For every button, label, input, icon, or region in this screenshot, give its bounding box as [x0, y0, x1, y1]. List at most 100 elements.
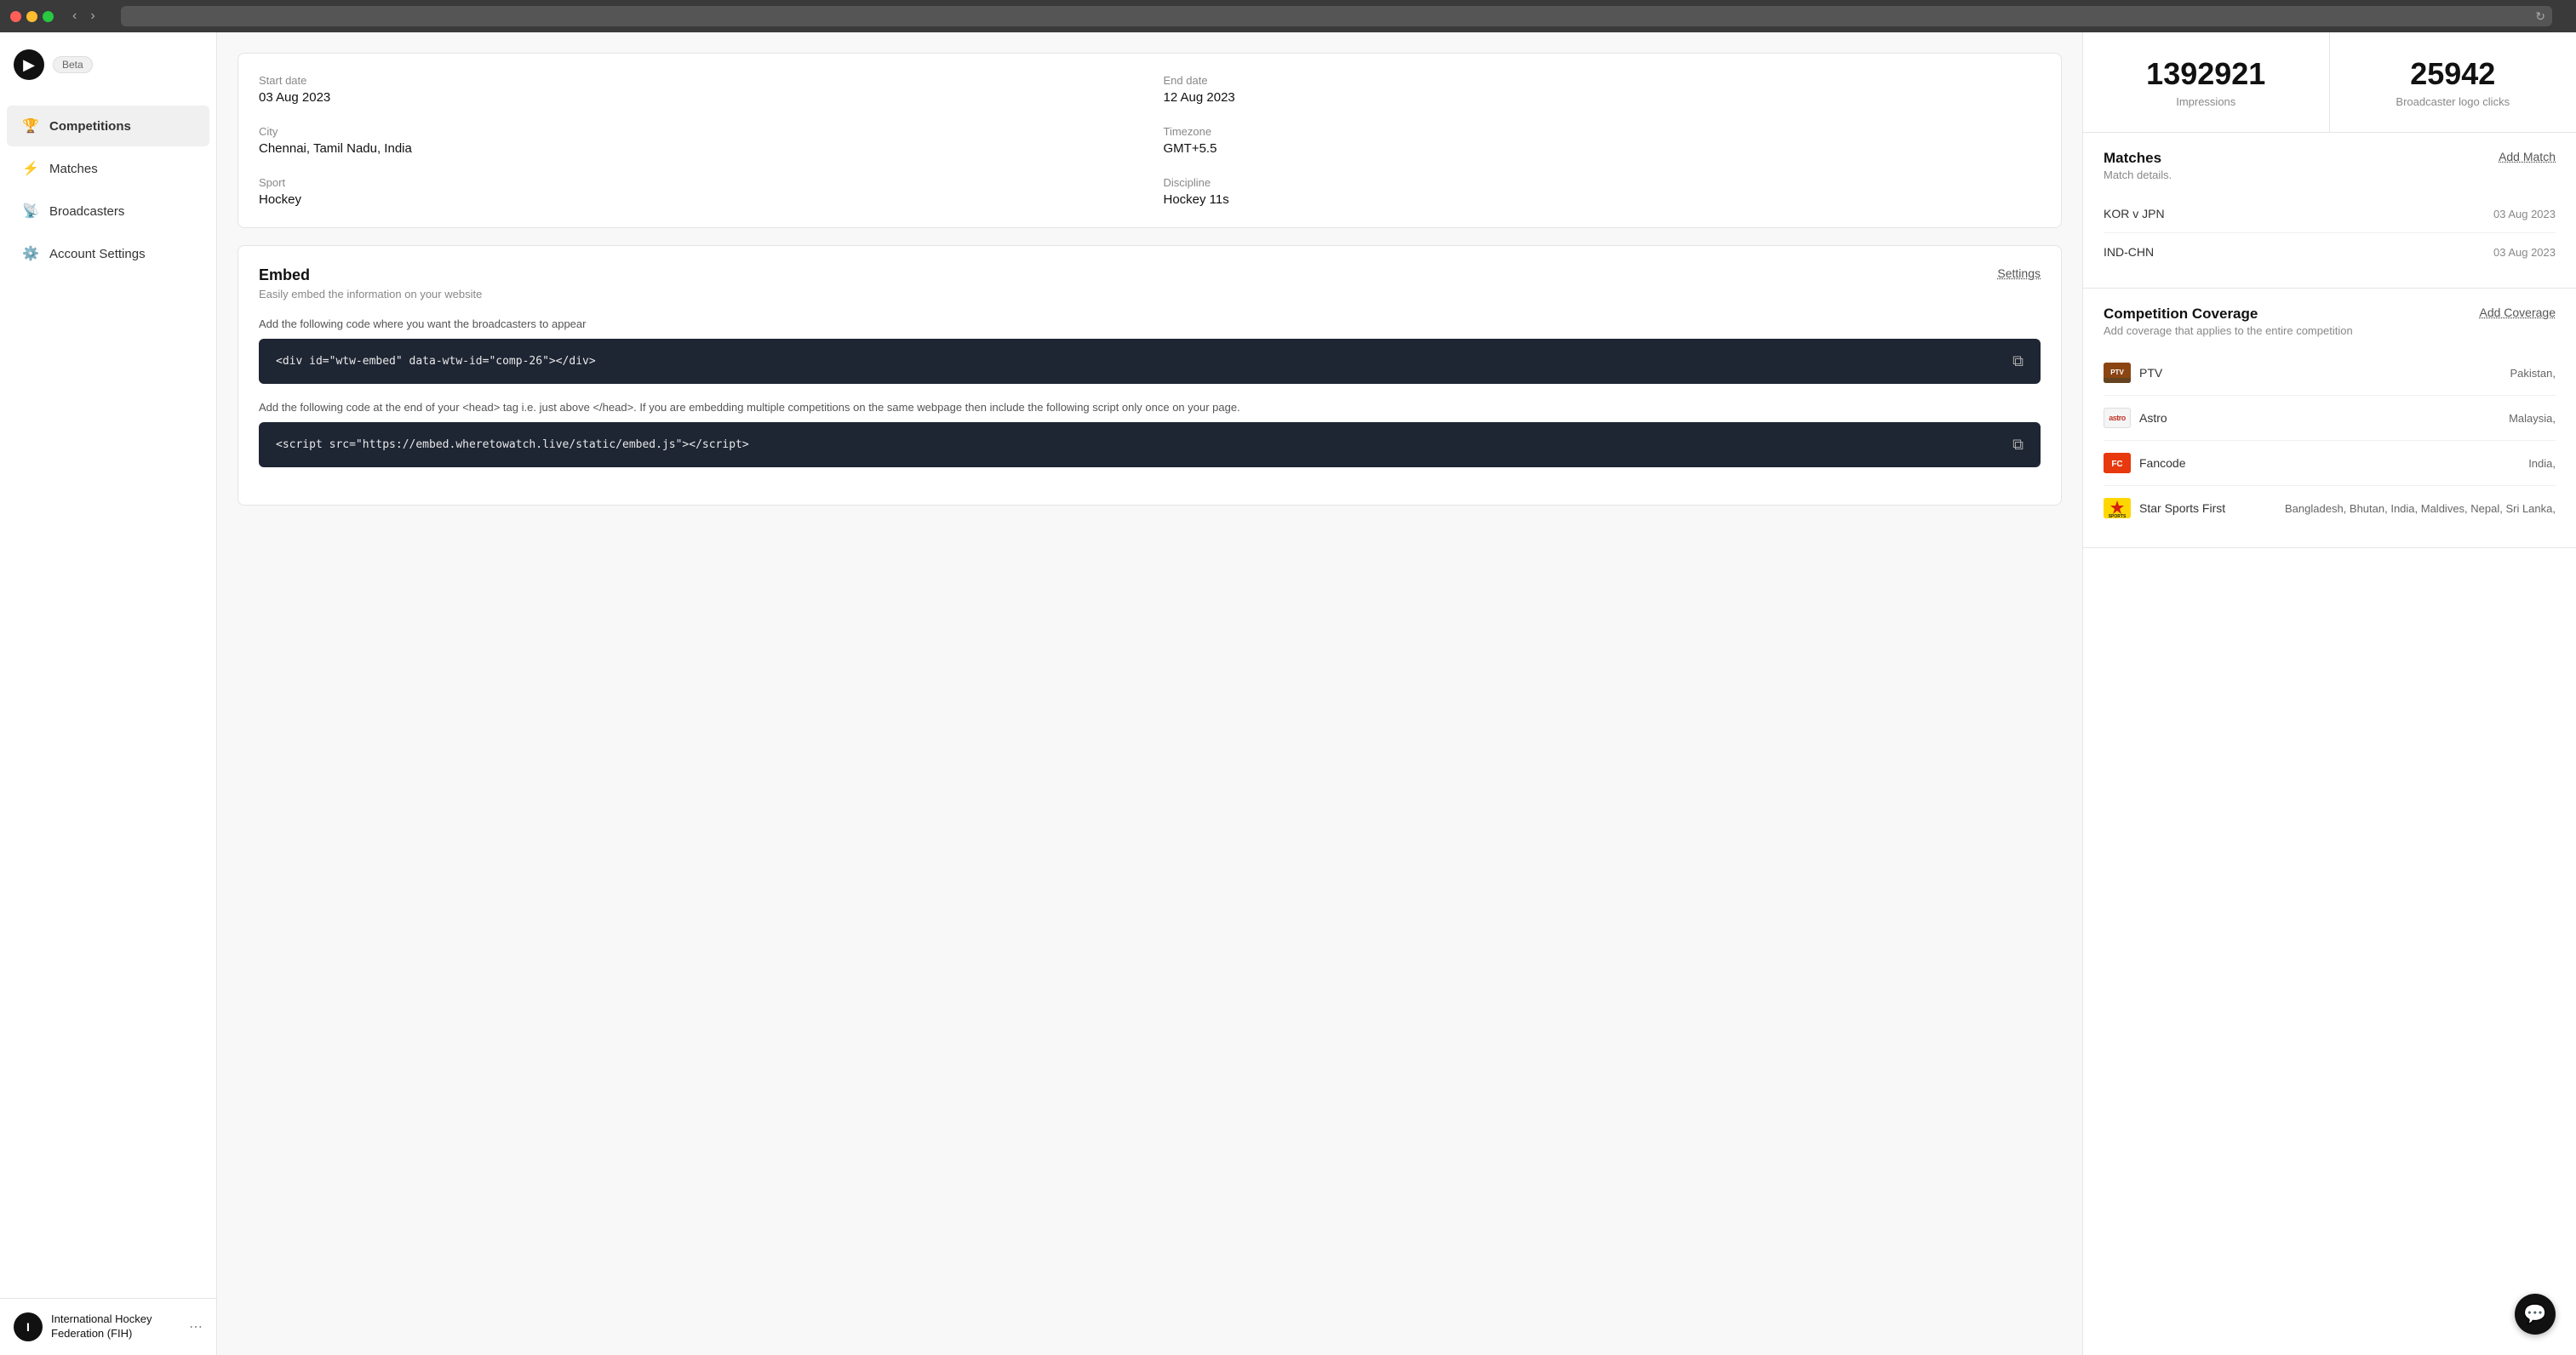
match-date: 03 Aug 2023: [2493, 246, 2556, 259]
sidebar-nav: 🏆 Competitions ⚡ Matches 📡 Broadcasters …: [0, 97, 216, 1298]
broadcaster-name: Star Sports First: [2139, 501, 2225, 515]
minimize-button[interactable]: [26, 11, 37, 22]
coverage-left: astro Astro: [2104, 408, 2167, 428]
maximize-button[interactable]: [43, 11, 54, 22]
info-grid: Start date 03 Aug 2023 End date 12 Aug 2…: [259, 74, 2041, 207]
field-value: 03 Aug 2023: [259, 90, 1136, 105]
matches-subtitle: Match details.: [2104, 169, 2172, 181]
coverage-country: Bangladesh, Bhutan, India, Maldives, Nep…: [2285, 502, 2556, 515]
broadcaster-name: Fancode: [2139, 456, 2185, 470]
coverage-left: SPORTS Star Sports First: [2104, 498, 2225, 518]
svg-text:SPORTS: SPORTS: [2109, 514, 2127, 518]
svg-text:PTV: PTV: [2110, 369, 2124, 376]
coverage-list: PTV PTV Pakistan, astro Astro: [2104, 351, 2556, 530]
broadcaster-name: Astro: [2139, 411, 2167, 425]
logo-clicks-label: Broadcaster logo clicks: [2350, 95, 2556, 108]
field-label: Discipline: [1164, 176, 2041, 189]
copy-button-2[interactable]: ⧉: [2012, 436, 2024, 454]
code-text-2: <script src="https://embed.wheretowatch.…: [276, 438, 749, 451]
sidebar-item-competitions[interactable]: 🏆 Competitions: [7, 106, 209, 146]
impressions-label: Impressions: [2104, 95, 2309, 108]
svg-text:FC: FC: [2111, 460, 2122, 469]
coverage-header: Competition Coverage Add coverage that a…: [2104, 306, 2556, 337]
broadcast-icon: 📡: [22, 203, 39, 220]
sidebar-item-label: Account Settings: [49, 247, 146, 261]
match-name: IND-CHN: [2104, 245, 2154, 259]
sidebar-item-label: Competitions: [49, 119, 131, 134]
main-content: Start date 03 Aug 2023 End date 12 Aug 2…: [217, 32, 2082, 1355]
sidebar-item-broadcasters[interactable]: 📡 Broadcasters: [7, 191, 209, 232]
coverage-left: FC Fancode: [2104, 453, 2185, 473]
field-value: Hockey 11s: [1164, 192, 2041, 207]
coverage-country: India,: [2528, 457, 2556, 470]
coverage-title: Competition Coverage: [2104, 306, 2353, 323]
impressions-value: 1392921: [2104, 56, 2309, 92]
info-card: Start date 03 Aug 2023 End date 12 Aug 2…: [238, 53, 2062, 228]
field-label: Timezone: [1164, 125, 2041, 138]
forward-button[interactable]: ›: [85, 7, 100, 26]
broadcaster-logo-ptv: PTV: [2104, 363, 2131, 383]
coverage-item-ptv[interactable]: PTV PTV Pakistan,: [2104, 351, 2556, 395]
avatar: I: [14, 1312, 43, 1341]
settings-button[interactable]: Settings: [1997, 266, 2041, 280]
match-date: 03 Aug 2023: [2493, 208, 2556, 220]
right-panel: 1392921 Impressions 25942 Broadcaster lo…: [2082, 32, 2576, 1355]
logo-clicks-stat: 25942 Broadcaster logo clicks: [2330, 32, 2576, 132]
astro-logo-text: astro: [2109, 414, 2126, 422]
matches-title: Matches: [2104, 150, 2172, 167]
sidebar-item-account-settings[interactable]: ⚙️ Account Settings: [7, 233, 209, 274]
broadcaster-name: PTV: [2139, 366, 2162, 380]
embed-instruction-2: Add the following code at the end of you…: [259, 401, 2041, 414]
field-discipline: Discipline Hockey 11s: [1164, 176, 2041, 207]
close-button[interactable]: [10, 11, 21, 22]
sidebar-item-matches[interactable]: ⚡ Matches: [7, 148, 209, 189]
field-label: Start date: [259, 74, 1136, 87]
embed-subtitle: Easily embed the information on your web…: [259, 288, 482, 300]
sidebar-item-label: Matches: [49, 162, 98, 176]
field-start-date: Start date 03 Aug 2023: [259, 74, 1136, 105]
match-item-kor-jpn[interactable]: KOR v JPN 03 Aug 2023: [2104, 195, 2556, 232]
sidebar: ▶ Beta 🏆 Competitions ⚡ Matches 📡 Broadc…: [0, 32, 217, 1355]
field-timezone: Timezone GMT+5.5: [1164, 125, 2041, 156]
field-label: City: [259, 125, 1136, 138]
coverage-item-fancode[interactable]: FC Fancode India,: [2104, 440, 2556, 485]
address-bar[interactable]: ↻: [121, 6, 2552, 26]
coverage-country: Pakistan,: [2510, 367, 2556, 380]
sidebar-item-label: Broadcasters: [49, 204, 124, 219]
nav-buttons: ‹ ›: [67, 7, 100, 26]
app-container: ▶ Beta 🏆 Competitions ⚡ Matches 📡 Broadc…: [0, 32, 2576, 1355]
traffic-lights: [10, 11, 54, 22]
add-match-button[interactable]: Add Match: [2499, 150, 2556, 163]
field-value: 12 Aug 2023: [1164, 90, 2041, 105]
beta-badge: Beta: [53, 56, 93, 73]
chat-button[interactable]: 💬: [2515, 1294, 2556, 1335]
matches-header: Matches Match details. Add Match: [2104, 150, 2556, 181]
user-name: International HockeyFederation (FIH): [51, 1312, 180, 1341]
logo-clicks-value: 25942: [2350, 56, 2556, 92]
field-sport: Sport Hockey: [259, 176, 1136, 207]
title-bar: ‹ › ↻: [0, 0, 2576, 32]
coverage-item-astro[interactable]: astro Astro Malaysia,: [2104, 395, 2556, 440]
back-button[interactable]: ‹: [67, 7, 82, 26]
field-label: Sport: [259, 176, 1136, 189]
broadcaster-logo-fancode: FC: [2104, 453, 2131, 473]
code-block-2: <script src="https://embed.wheretowatch.…: [259, 422, 2041, 467]
coverage-item-star-sports[interactable]: SPORTS Star Sports First Bangladesh, Bhu…: [2104, 485, 2556, 530]
sidebar-footer: I International HockeyFederation (FIH) ⋯: [0, 1298, 216, 1355]
match-item-ind-chn[interactable]: IND-CHN 03 Aug 2023: [2104, 232, 2556, 271]
copy-button-1[interactable]: ⧉: [2012, 352, 2024, 370]
more-icon[interactable]: ⋯: [189, 1318, 203, 1335]
reload-icon: ↻: [2535, 9, 2545, 24]
field-value: GMT+5.5: [1164, 141, 2041, 156]
broadcaster-logo-star: SPORTS: [2104, 498, 2131, 518]
code-block-1: <div id="wtw-embed" data-wtw-id="comp-26…: [259, 339, 2041, 384]
field-value: Hockey: [259, 192, 1136, 207]
lightning-icon: ⚡: [22, 160, 39, 177]
coverage-country: Malaysia,: [2509, 412, 2556, 425]
app-logo: ▶: [14, 49, 44, 80]
embed-header: Embed Easily embed the information on yo…: [259, 266, 2041, 300]
embed-card: Embed Easily embed the information on yo…: [238, 245, 2062, 506]
impressions-stat: 1392921 Impressions: [2083, 32, 2330, 132]
embed-title: Embed: [259, 266, 482, 284]
add-coverage-button[interactable]: Add Coverage: [2479, 306, 2556, 319]
